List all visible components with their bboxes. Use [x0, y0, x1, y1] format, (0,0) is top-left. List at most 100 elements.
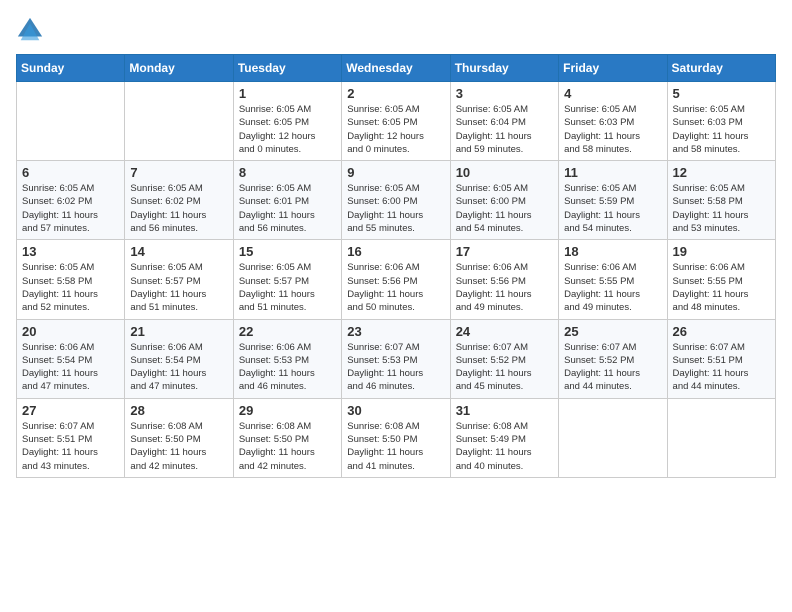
calendar-header-tuesday: Tuesday — [233, 55, 341, 82]
day-info: Sunrise: 6:05 AM Sunset: 6:05 PM Dayligh… — [239, 103, 336, 156]
day-number: 27 — [22, 403, 119, 418]
day-number: 13 — [22, 244, 119, 259]
calendar-cell: 7 Sunrise: 6:05 AM Sunset: 6:02 PM Daylig… — [125, 161, 233, 240]
day-number: 9 — [347, 165, 444, 180]
logo-icon — [16, 16, 44, 44]
day-number: 1 — [239, 86, 336, 101]
day-info: Sunrise: 6:05 AM Sunset: 5:58 PM Dayligh… — [673, 182, 770, 235]
calendar-cell: 16 Sunrise: 6:06 AM Sunset: 5:56 PM Dayli… — [342, 240, 450, 319]
day-number: 3 — [456, 86, 553, 101]
day-number: 11 — [564, 165, 661, 180]
calendar-cell: 24 Sunrise: 6:07 AM Sunset: 5:52 PM Dayli… — [450, 319, 558, 398]
calendar-cell: 9 Sunrise: 6:05 AM Sunset: 6:00 PM Daylig… — [342, 161, 450, 240]
day-number: 14 — [130, 244, 227, 259]
calendar-cell: 14 Sunrise: 6:05 AM Sunset: 5:57 PM Dayli… — [125, 240, 233, 319]
day-info: Sunrise: 6:05 AM Sunset: 5:57 PM Dayligh… — [239, 261, 336, 314]
day-number: 8 — [239, 165, 336, 180]
day-number: 25 — [564, 324, 661, 339]
day-info: Sunrise: 6:08 AM Sunset: 5:50 PM Dayligh… — [239, 420, 336, 473]
day-number: 7 — [130, 165, 227, 180]
day-info: Sunrise: 6:05 AM Sunset: 5:58 PM Dayligh… — [22, 261, 119, 314]
day-number: 26 — [673, 324, 770, 339]
calendar-header-wednesday: Wednesday — [342, 55, 450, 82]
day-info: Sunrise: 6:05 AM Sunset: 5:59 PM Dayligh… — [564, 182, 661, 235]
calendar-cell: 12 Sunrise: 6:05 AM Sunset: 5:58 PM Dayli… — [667, 161, 775, 240]
day-info: Sunrise: 6:06 AM Sunset: 5:56 PM Dayligh… — [347, 261, 444, 314]
calendar-cell: 23 Sunrise: 6:07 AM Sunset: 5:53 PM Dayli… — [342, 319, 450, 398]
calendar-cell: 22 Sunrise: 6:06 AM Sunset: 5:53 PM Dayli… — [233, 319, 341, 398]
calendar-cell: 25Sunrise: 6:07 AM Sunset: 5:52 PM Dayli… — [559, 319, 667, 398]
calendar-cell: 8 Sunrise: 6:05 AM Sunset: 6:01 PM Daylig… — [233, 161, 341, 240]
calendar-cell: 30Sunrise: 6:08 AM Sunset: 5:50 PM Dayli… — [342, 398, 450, 477]
day-number: 28 — [130, 403, 227, 418]
day-info: Sunrise: 6:05 AM Sunset: 6:00 PM Dayligh… — [456, 182, 553, 235]
calendar-header-thursday: Thursday — [450, 55, 558, 82]
calendar-cell: 19Sunrise: 6:06 AM Sunset: 5:55 PM Dayli… — [667, 240, 775, 319]
day-info: Sunrise: 6:07 AM Sunset: 5:53 PM Dayligh… — [347, 341, 444, 394]
day-number: 20 — [22, 324, 119, 339]
day-info: Sunrise: 6:08 AM Sunset: 5:50 PM Dayligh… — [130, 420, 227, 473]
day-info: Sunrise: 6:06 AM Sunset: 5:55 PM Dayligh… — [564, 261, 661, 314]
calendar-cell: 1 Sunrise: 6:05 AM Sunset: 6:05 PM Daylig… — [233, 82, 341, 161]
day-number: 5 — [673, 86, 770, 101]
calendar-cell: 20 Sunrise: 6:06 AM Sunset: 5:54 PM Dayli… — [17, 319, 125, 398]
calendar-cell: 5 Sunrise: 6:05 AM Sunset: 6:03 PM Daylig… — [667, 82, 775, 161]
calendar-week-row: 1 Sunrise: 6:05 AM Sunset: 6:05 PM Daylig… — [17, 82, 776, 161]
calendar-cell: 3 Sunrise: 6:05 AM Sunset: 6:04 PM Daylig… — [450, 82, 558, 161]
calendar-cell: 4 Sunrise: 6:05 AM Sunset: 6:03 PM Daylig… — [559, 82, 667, 161]
day-info: Sunrise: 6:08 AM Sunset: 5:49 PM Dayligh… — [456, 420, 553, 473]
day-number: 29 — [239, 403, 336, 418]
day-info: Sunrise: 6:07 AM Sunset: 5:52 PM Dayligh… — [456, 341, 553, 394]
calendar-cell: 28 Sunrise: 6:08 AM Sunset: 5:50 PM Dayli… — [125, 398, 233, 477]
calendar-cell: 10 Sunrise: 6:05 AM Sunset: 6:00 PM Dayli… — [450, 161, 558, 240]
day-number: 6 — [22, 165, 119, 180]
day-info: Sunrise: 6:05 AM Sunset: 6:04 PM Dayligh… — [456, 103, 553, 156]
calendar-cell — [17, 82, 125, 161]
day-number: 12 — [673, 165, 770, 180]
calendar-header-row: SundayMondayTuesdayWednesdayThursdayFrid… — [17, 55, 776, 82]
day-number: 10 — [456, 165, 553, 180]
calendar-table: SundayMondayTuesdayWednesdayThursdayFrid… — [16, 54, 776, 478]
day-number: 23 — [347, 324, 444, 339]
calendar-cell: 27 Sunrise: 6:07 AM Sunset: 5:51 PM Dayli… — [17, 398, 125, 477]
day-number: 18 — [564, 244, 661, 259]
calendar-cell: 18 Sunrise: 6:06 AM Sunset: 5:55 PM Dayli… — [559, 240, 667, 319]
day-info: Sunrise: 6:05 AM Sunset: 6:00 PM Dayligh… — [347, 182, 444, 235]
day-number: 4 — [564, 86, 661, 101]
day-info: Sunrise: 6:05 AM Sunset: 6:03 PM Dayligh… — [564, 103, 661, 156]
day-info: Sunrise: 6:05 AM Sunset: 6:05 PM Dayligh… — [347, 103, 444, 156]
day-number: 21 — [130, 324, 227, 339]
day-info: Sunrise: 6:05 AM Sunset: 6:03 PM Dayligh… — [673, 103, 770, 156]
calendar-header-sunday: Sunday — [17, 55, 125, 82]
calendar-header-monday: Monday — [125, 55, 233, 82]
day-number: 30 — [347, 403, 444, 418]
day-info: Sunrise: 6:05 AM Sunset: 6:02 PM Dayligh… — [22, 182, 119, 235]
calendar-cell: 29 Sunrise: 6:08 AM Sunset: 5:50 PM Dayli… — [233, 398, 341, 477]
day-info: Sunrise: 6:06 AM Sunset: 5:54 PM Dayligh… — [22, 341, 119, 394]
calendar-week-row: 13 Sunrise: 6:05 AM Sunset: 5:58 PM Dayli… — [17, 240, 776, 319]
calendar-cell: 15 Sunrise: 6:05 AM Sunset: 5:57 PM Dayli… — [233, 240, 341, 319]
calendar-header-saturday: Saturday — [667, 55, 775, 82]
day-number: 24 — [456, 324, 553, 339]
day-number: 16 — [347, 244, 444, 259]
day-number: 19 — [673, 244, 770, 259]
day-info: Sunrise: 6:05 AM Sunset: 5:57 PM Dayligh… — [130, 261, 227, 314]
calendar-cell: 11 Sunrise: 6:05 AM Sunset: 5:59 PM Dayli… — [559, 161, 667, 240]
calendar-cell: 13 Sunrise: 6:05 AM Sunset: 5:58 PM Dayli… — [17, 240, 125, 319]
day-info: Sunrise: 6:07 AM Sunset: 5:51 PM Dayligh… — [22, 420, 119, 473]
day-number: 15 — [239, 244, 336, 259]
day-info: Sunrise: 6:05 AM Sunset: 6:02 PM Dayligh… — [130, 182, 227, 235]
day-number: 22 — [239, 324, 336, 339]
calendar-cell: 2Sunrise: 6:05 AM Sunset: 6:05 PM Daylig… — [342, 82, 450, 161]
day-info: Sunrise: 6:06 AM Sunset: 5:53 PM Dayligh… — [239, 341, 336, 394]
calendar-cell — [125, 82, 233, 161]
day-info: Sunrise: 6:05 AM Sunset: 6:01 PM Dayligh… — [239, 182, 336, 235]
calendar-week-row: 27 Sunrise: 6:07 AM Sunset: 5:51 PM Dayli… — [17, 398, 776, 477]
day-info: Sunrise: 6:07 AM Sunset: 5:51 PM Dayligh… — [673, 341, 770, 394]
calendar-cell: 17Sunrise: 6:06 AM Sunset: 5:56 PM Dayli… — [450, 240, 558, 319]
calendar-cell: 31Sunrise: 6:08 AM Sunset: 5:49 PM Dayli… — [450, 398, 558, 477]
calendar-cell — [559, 398, 667, 477]
calendar-cell: 21Sunrise: 6:06 AM Sunset: 5:54 PM Dayli… — [125, 319, 233, 398]
calendar-header-friday: Friday — [559, 55, 667, 82]
calendar-week-row: 6 Sunrise: 6:05 AM Sunset: 6:02 PM Daylig… — [17, 161, 776, 240]
